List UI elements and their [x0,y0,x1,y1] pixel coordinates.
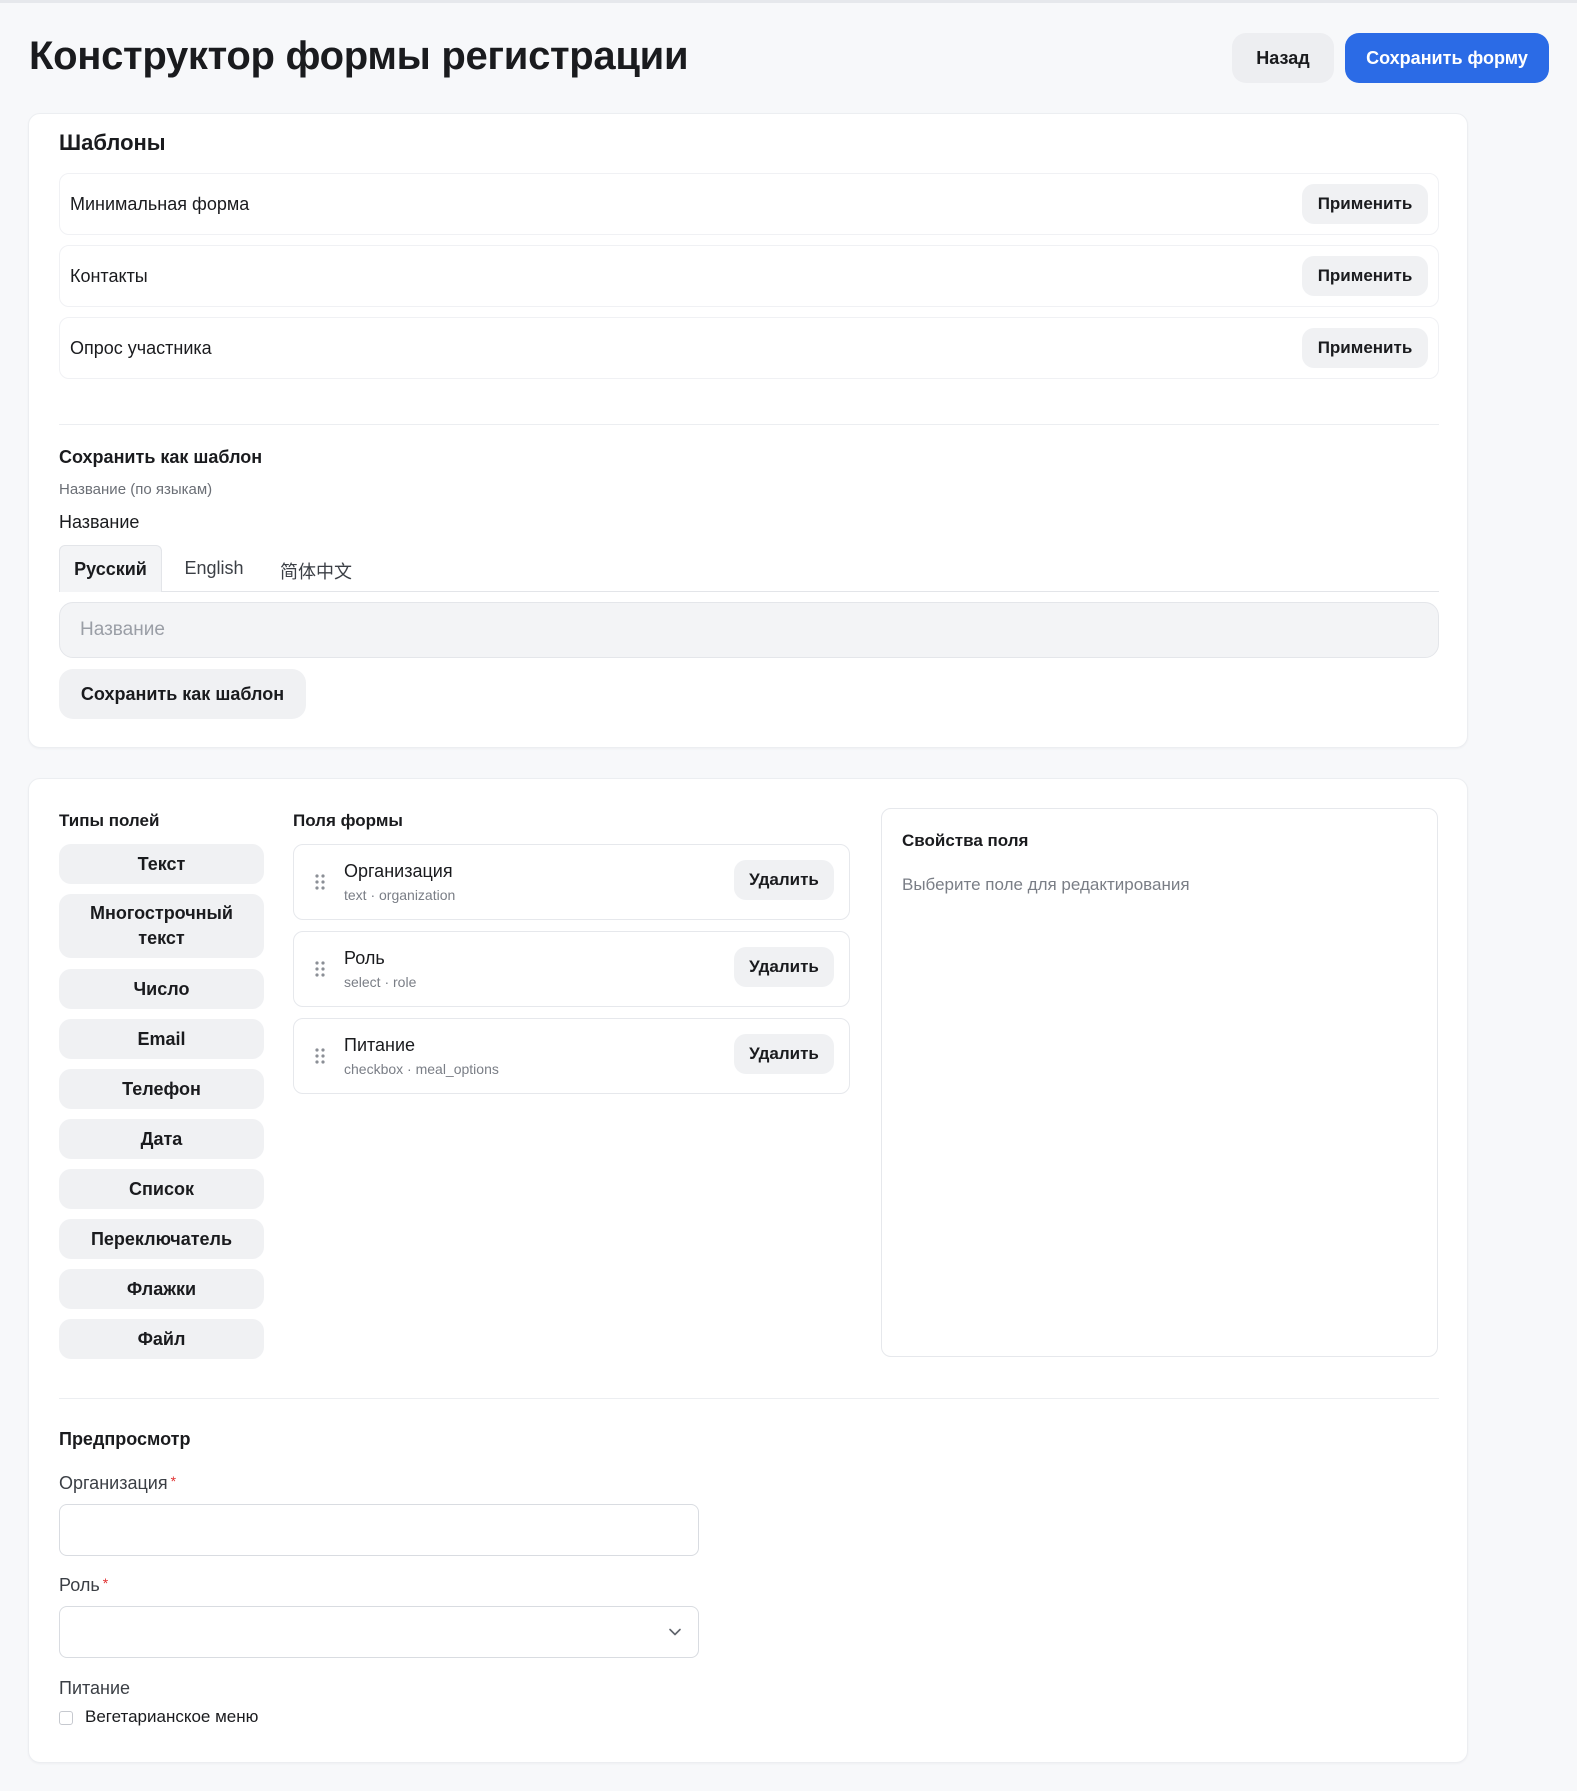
templates-title: Шаблоны [59,130,166,155]
field-type-multiline[interactable]: Многострочный текст [59,894,264,958]
drag-handle-icon[interactable] [314,873,326,891]
form-field-meta: select · role [344,974,417,990]
template-name: Контакты [70,266,148,286]
field-type-checkboxes[interactable]: Флажки [59,1269,264,1309]
field-properties-title: Свойства поля [902,831,1029,850]
apply-template-button[interactable]: Применить [1302,184,1428,224]
save-as-template-title: Сохранить как шаблон [59,447,263,467]
preview-meals-label: Питание [59,1678,131,1698]
form-field-item[interactable]: Питание checkbox · meal_options Удалить [293,1018,850,1094]
preview-organization-label: Организация * [59,1473,176,1494]
apply-template-button[interactable]: Применить [1302,256,1428,296]
label-text: Роль [59,1575,100,1595]
apply-template-button[interactable]: Применить [1302,328,1428,368]
template-row: Минимальная форма Применить [59,173,1439,235]
field-type-date[interactable]: Дата [59,1119,264,1159]
required-mark: * [102,1575,109,1591]
back-button[interactable]: Назад [1232,33,1334,83]
field-type-switch[interactable]: Переключатель [59,1219,264,1259]
drag-handle-icon[interactable] [314,960,326,978]
preview-role-select[interactable] [59,1606,699,1658]
form-field-item[interactable]: Роль select · role Удалить [293,931,850,1007]
delete-field-button[interactable]: Удалить [734,1034,834,1074]
form-field-meta: checkbox · meal_options [344,1061,499,1077]
field-type-list[interactable]: Список [59,1169,264,1209]
preview-role-label: Роль * [59,1575,108,1596]
form-field-name: Организация [344,861,453,881]
top-border [0,0,1577,3]
tab-chinese[interactable]: 简体中文 [266,545,366,592]
template-name: Минимальная форма [70,194,250,214]
template-name: Опрос участника [70,338,212,358]
divider [59,424,1439,425]
tab-english[interactable]: English [164,545,264,592]
field-properties-hint: Выберите поле для редактирования [902,875,1190,894]
field-type-number[interactable]: Число [59,969,264,1009]
form-field-name: Питание [344,1035,416,1055]
language-tabs: Русский English 简体中文 [59,545,1439,592]
tab-russian[interactable]: Русский [59,545,162,592]
form-field-meta: text · organization [344,887,456,903]
divider [59,1398,1439,1399]
preview-title: Предпросмотр [59,1429,191,1449]
template-name-input[interactable] [59,602,1439,658]
page-title: Конструктор формы регистрации [29,34,689,78]
required-mark: * [170,1473,177,1489]
template-row: Контакты Применить [59,245,1439,307]
form-field-name: Роль [344,948,385,968]
vegetarian-checkbox-label[interactable]: Вегетарианское меню [85,1707,258,1727]
save-as-template-button[interactable]: Сохранить как шаблон [59,669,306,719]
template-row: Опрос участника Применить [59,317,1439,379]
label-text: Организация [59,1473,168,1493]
name-label: Название [59,512,140,532]
field-properties-panel: Свойства поля Выберите поле для редактир… [881,808,1438,1357]
chevron-down-icon [669,1628,681,1636]
form-fields-title: Поля формы [293,811,403,830]
save-form-button[interactable]: Сохранить форму [1345,33,1549,83]
name-caption: Название (по языкам) [59,481,213,498]
field-type-phone[interactable]: Телефон [59,1069,264,1109]
field-type-email[interactable]: Email [59,1019,264,1059]
field-types-title: Типы полей [59,811,160,830]
delete-field-button[interactable]: Удалить [734,860,834,900]
field-type-text[interactable]: Текст [59,844,264,884]
templates-card: Шаблоны Минимальная форма Применить Конт… [28,113,1468,748]
field-type-file[interactable]: Файл [59,1319,264,1359]
form-field-item[interactable]: Организация text · organization Удалить [293,844,850,920]
builder-card: Типы полей Текст Многострочный текст Чис… [28,778,1468,1763]
drag-handle-icon[interactable] [314,1047,326,1065]
delete-field-button[interactable]: Удалить [734,947,834,987]
vegetarian-checkbox[interactable] [59,1711,73,1725]
preview-organization-input[interactable] [59,1504,699,1556]
